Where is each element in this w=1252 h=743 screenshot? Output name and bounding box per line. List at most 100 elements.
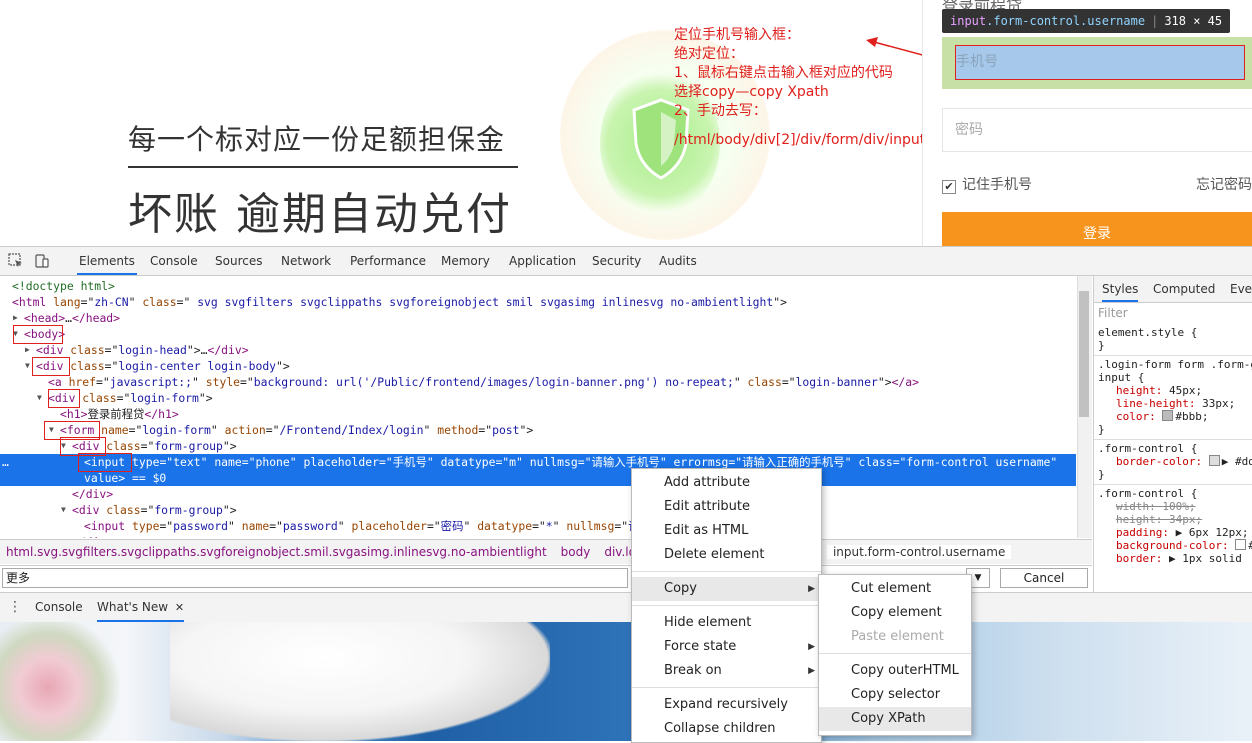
dom-node[interactable]: ▼ <div class="login-form"> [0, 390, 1076, 406]
menu-item-collapse-children[interactable]: Collapse children [632, 717, 821, 741]
forgot-password-link[interactable]: 忘记密码 [1196, 174, 1252, 194]
color-swatch-icon[interactable] [1208, 455, 1220, 466]
tab-audits[interactable]: Audits [657, 247, 699, 275]
dom-node[interactable]: </div> [0, 534, 1076, 538]
drawer-tab-whats-new[interactable]: What's New ✕ [97, 593, 185, 622]
inspect-element-icon[interactable] [8, 253, 24, 269]
menu-item-copy-element[interactable]: Copy element [819, 601, 971, 625]
dom-node-selected[interactable]: <input type="text" name="phone" placehol… [0, 454, 1076, 486]
tab-elements[interactable]: Elements [77, 247, 137, 275]
menu-item-hide-element[interactable]: Hide element [632, 611, 821, 635]
menu-item-force-state[interactable]: Force state ▶ [632, 635, 821, 659]
tab-console[interactable]: Console [148, 247, 200, 275]
phone-input[interactable]: 手机号 [955, 45, 1245, 80]
tab-sources[interactable]: Sources [213, 247, 264, 275]
style-property[interactable]: height: 34px; [1116, 513, 1202, 526]
dom-node-content: <form name="login-form" action="/Fronten… [60, 422, 533, 438]
dom-token: phone [255, 455, 290, 469]
dom-token: <a [48, 375, 62, 389]
collapsed-triangle-icon[interactable]: ▶ [13, 310, 18, 326]
tab-security[interactable]: Security [590, 247, 643, 275]
submenu-arrow-icon: ▶ [808, 666, 815, 676]
dom-node[interactable]: ▶ <head>…</head> [0, 310, 1076, 326]
dom-node[interactable]: <!doctype html> [0, 278, 1076, 294]
dom-node[interactable]: ▼ <body> [0, 326, 1076, 342]
styles-filter-input[interactable]: Filter [1098, 306, 1128, 320]
menu-item-edit-as-html[interactable]: Edit as HTML [632, 519, 821, 543]
menu-item-copy-outerhtml[interactable]: Copy outerHTML [819, 659, 971, 683]
dom-token: =" [478, 423, 493, 437]
dom-token: =" [240, 375, 254, 389]
tab-computed[interactable]: Computed [1153, 276, 1215, 302]
copy-submenu: Cut element Copy element Paste element Copy… [818, 574, 972, 736]
menu-item-label: Copy [664, 581, 697, 596]
device-toolbar-icon[interactable] [34, 253, 50, 269]
style-property[interactable]: height: 45px; [1116, 384, 1202, 397]
dom-token: =" [159, 455, 174, 469]
dom-node[interactable]: </div> [0, 486, 1076, 502]
more-actions-icon[interactable]: … [2, 454, 9, 470]
menu-separator [632, 571, 821, 572]
dom-node[interactable]: ▼ <div class="form-group"> [0, 502, 1076, 518]
dom-node[interactable]: <a href="javascript:;" style="background… [0, 374, 1076, 390]
remember-checkbox[interactable]: ✔ [942, 180, 956, 194]
dom-token: " [423, 423, 438, 437]
tab-network[interactable]: Network [279, 247, 333, 275]
color-swatch-icon[interactable] [1162, 410, 1174, 421]
style-property[interactable]: background-color: # [1116, 539, 1252, 552]
menu-item-copy[interactable]: Copy ▶ [632, 577, 821, 601]
tab-memory[interactable]: Memory [439, 247, 492, 275]
menu-item-expand-recursively[interactable]: Expand recursively [632, 693, 821, 717]
tab-event-listeners[interactable]: Even [1230, 276, 1252, 302]
dom-node[interactable]: ▼ <div class="login-center login-body"> [0, 358, 1076, 374]
breadcrumb-item[interactable]: body [561, 545, 591, 559]
menu-item-edit-attribute[interactable]: Edit attribute [632, 495, 821, 519]
dom-tree[interactable]: <!doctype html> <html lang="zh-CN" class=… [0, 276, 1092, 538]
drawer-tab-console[interactable]: Console [35, 593, 83, 622]
style-property[interactable]: line-height: 33px; [1116, 397, 1235, 410]
style-selector: } [1098, 339, 1105, 352]
dom-scrollbar-thumb[interactable] [1079, 291, 1089, 417]
drawer-menu-icon[interactable]: ⋮ [8, 599, 22, 615]
tab-performance[interactable]: Performance [348, 247, 428, 275]
dom-token: "> [222, 439, 237, 453]
style-property[interactable]: border: ▶ 1px solid [1116, 552, 1242, 565]
color-swatch-icon[interactable] [1235, 539, 1247, 550]
dom-node[interactable]: <input type="password" name="password" p… [0, 518, 1076, 534]
menu-item-copy-xpath[interactable]: Copy XPath [819, 707, 971, 731]
dom-node[interactable]: <h1>登录前程贷</h1> [0, 406, 1076, 422]
tab-styles[interactable]: Styles [1102, 276, 1139, 302]
password-input[interactable]: 密码 [942, 108, 1252, 152]
dom-node[interactable]: ▼ <form name="login-form" action="/Fronte… [0, 422, 1076, 438]
style-property[interactable]: width: 100%; [1116, 500, 1195, 513]
dom-search-input[interactable]: 更多 [2, 568, 628, 588]
menu-item-label: Cut element [851, 581, 932, 596]
style-property[interactable]: padding: ▶ 6px 12px; [1116, 526, 1248, 539]
style-property[interactable]: border-color: ▶ #ddd [1116, 455, 1252, 468]
dom-token: method [437, 423, 479, 437]
dom-token: form-group [154, 503, 223, 517]
style-property-name: line-height: [1116, 397, 1203, 410]
tab-application[interactable]: Application [507, 247, 578, 275]
menu-item-delete-element[interactable]: Delete element [632, 543, 821, 567]
expanded-triangle-icon[interactable]: ▼ [37, 390, 42, 406]
dom-node[interactable]: ▼ <div class="form-group"> [0, 438, 1076, 454]
remember-phone[interactable]: ✔ 记住手机号 [942, 174, 1032, 194]
breadcrumb-item[interactable]: input.form-control.username [826, 545, 1012, 559]
menu-item-copy-selector[interactable]: Copy selector [819, 683, 971, 707]
collapsed-triangle-icon[interactable]: ▶ [25, 342, 30, 358]
style-property[interactable]: color: #bbb; [1116, 410, 1208, 423]
dom-node[interactable]: ▶ <div class="login-head">…</div> [0, 342, 1076, 358]
dom-token: 手机号 [392, 455, 427, 469]
expanded-triangle-icon[interactable]: ▼ [25, 358, 30, 374]
breadcrumb-item[interactable]: html.svg.svgfilters.svgclippaths.svgfore… [6, 545, 547, 559]
menu-item-cut-element[interactable]: Cut element [819, 577, 971, 601]
close-icon[interactable]: ✕ [175, 601, 184, 614]
dom-node[interactable]: <html lang="zh-CN" class=" svg svgfilter… [0, 294, 1076, 310]
dom-token: "> [222, 503, 237, 517]
cancel-button[interactable]: Cancel [1000, 568, 1088, 588]
expanded-triangle-icon[interactable]: ▼ [61, 502, 66, 518]
menu-item-add-attribute[interactable]: Add attribute [632, 471, 821, 495]
login-button[interactable]: 登录 [942, 212, 1252, 246]
menu-item-break-on[interactable]: Break on ▶ [632, 659, 821, 683]
